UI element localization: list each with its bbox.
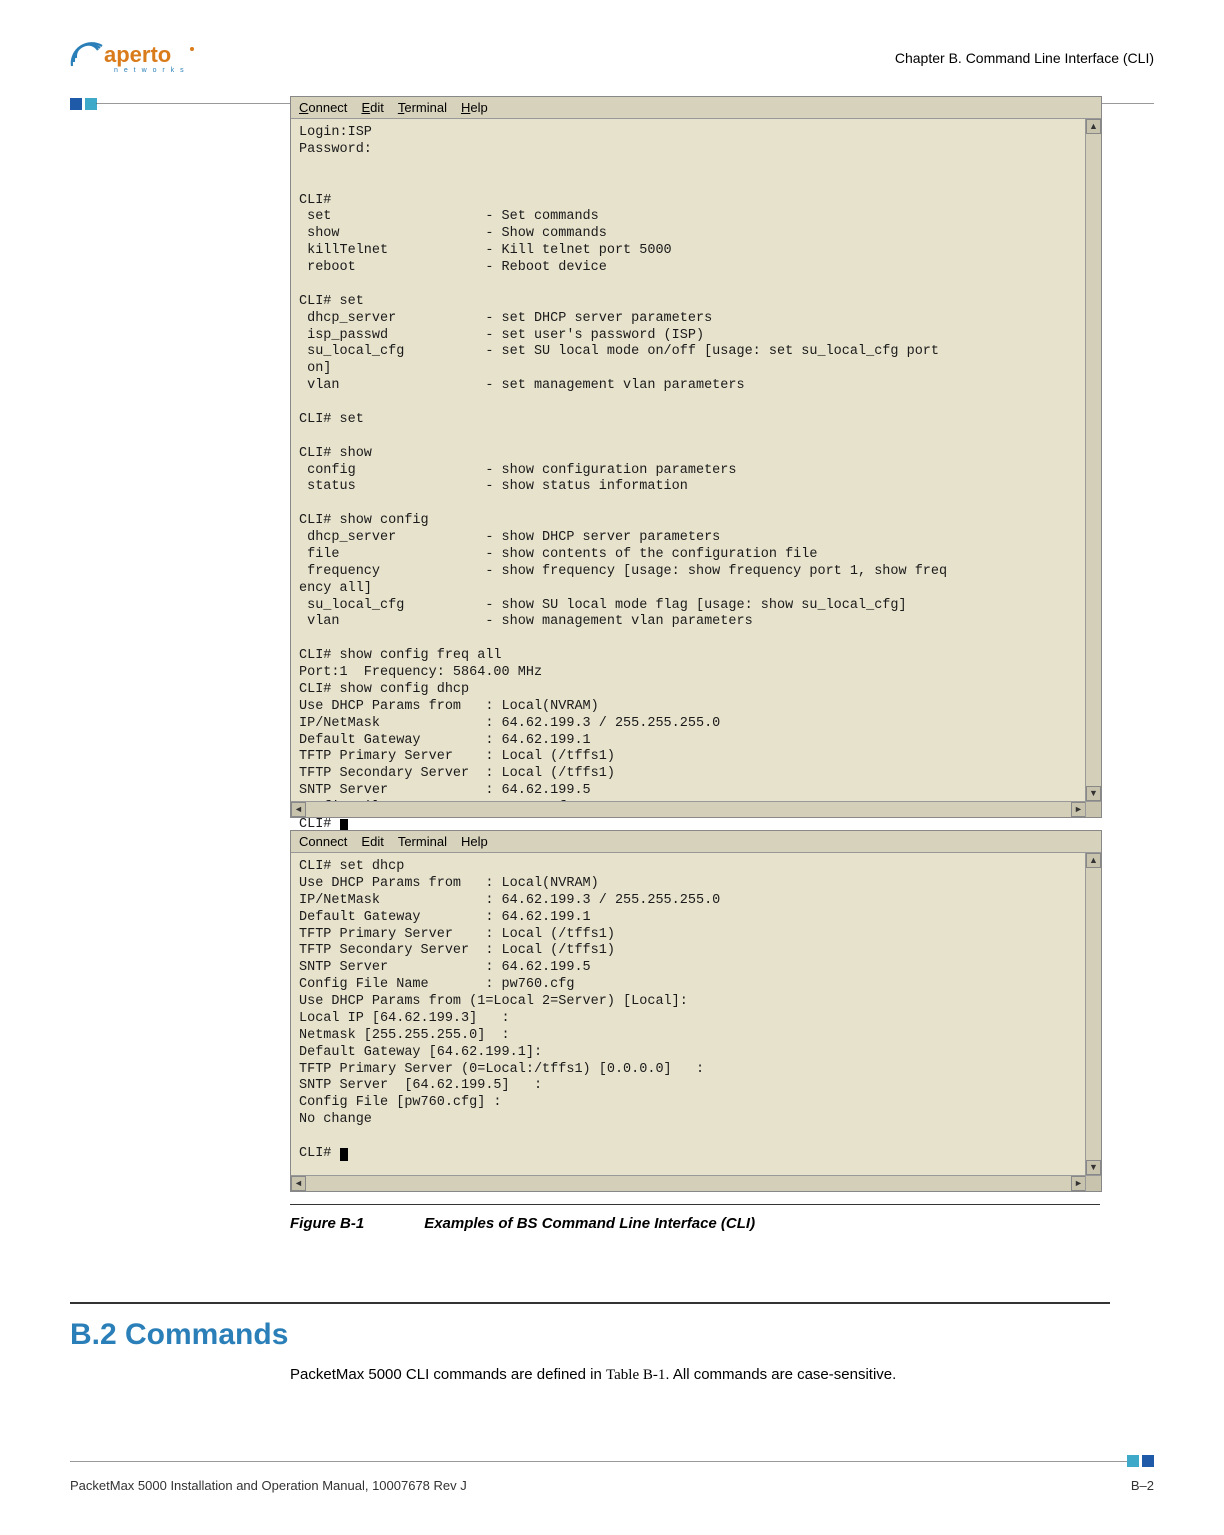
scroll-corner-2 (1085, 1175, 1101, 1191)
logo-subtext: n e t w o r k s (114, 67, 186, 74)
menu-edit-2[interactable]: Edit (361, 834, 383, 849)
terminal2-menubar: Connect Edit Terminal Help (291, 831, 1101, 853)
menu-help[interactable]: Help (461, 100, 488, 115)
figure-label: Figure B-1 (290, 1215, 364, 1232)
terminal1-body: Login:ISP Password: CLI# set - Set comma… (291, 119, 1101, 840)
figure-caption: Figure B-1 Examples of BS Command Line I… (290, 1204, 1100, 1232)
scroll-corner (1085, 801, 1101, 817)
logo-text: aperto (104, 42, 171, 67)
terminal-window-2: Connect Edit Terminal Help CLI# set dhcp… (290, 830, 1102, 1192)
scroll-right-icon[interactable]: ► (1071, 802, 1086, 817)
terminal1-menubar: Connect Edit Terminal Help (291, 97, 1101, 119)
menu-terminal-2[interactable]: Terminal (398, 834, 447, 849)
footer-rule (70, 1461, 1128, 1462)
menu-connect[interactable]: Connect (299, 100, 347, 115)
table-reference: Table B-1 (606, 1367, 665, 1383)
terminal2-vscrollbar[interactable]: ▲ ▼ (1085, 853, 1101, 1175)
scroll-up-icon-2[interactable]: ▲ (1086, 853, 1101, 868)
terminal1-hscrollbar[interactable]: ◄ ► (291, 801, 1086, 817)
footer-left: PacketMax 5000 Installation and Operatio… (70, 1478, 467, 1493)
terminal-window-1: Connect Edit Terminal Help Login:ISP Pas… (290, 96, 1102, 818)
scroll-down-icon[interactable]: ▼ (1086, 786, 1101, 801)
menu-terminal[interactable]: Terminal (398, 100, 447, 115)
footer-accent-right (1127, 1455, 1154, 1467)
terminal1-vscrollbar[interactable]: ▲ ▼ (1085, 119, 1101, 801)
header-accent-left (70, 98, 97, 110)
para-post: . All commands are case-sensitive. (665, 1366, 896, 1383)
scroll-up-icon[interactable]: ▲ (1086, 119, 1101, 134)
scroll-left-icon[interactable]: ◄ (291, 802, 306, 817)
cursor-icon-2 (340, 1148, 348, 1161)
scroll-right-icon-2[interactable]: ► (1071, 1176, 1086, 1191)
scroll-left-icon-2[interactable]: ◄ (291, 1176, 306, 1191)
scroll-down-icon-2[interactable]: ▼ (1086, 1160, 1101, 1175)
logo: aperto n e t w o r k s (70, 40, 200, 76)
terminal2-body: CLI# set dhcp Use DHCP Params from : Loc… (291, 853, 1101, 1169)
section-heading: B.2 Commands (70, 1302, 1110, 1352)
footer-right: B–2 (1131, 1478, 1154, 1493)
chapter-label: Chapter B. Command Line Interface (CLI) (895, 50, 1154, 66)
menu-help-2[interactable]: Help (461, 834, 488, 849)
menu-edit[interactable]: Edit (361, 100, 383, 115)
para-pre: PacketMax 5000 CLI commands are defined … (290, 1366, 606, 1383)
menu-connect-2[interactable]: Connect (299, 834, 347, 849)
terminal2-hscrollbar[interactable]: ◄ ► (291, 1175, 1086, 1191)
section-paragraph: PacketMax 5000 CLI commands are defined … (290, 1364, 1110, 1387)
figure-title: Examples of BS Command Line Interface (C… (424, 1215, 755, 1232)
